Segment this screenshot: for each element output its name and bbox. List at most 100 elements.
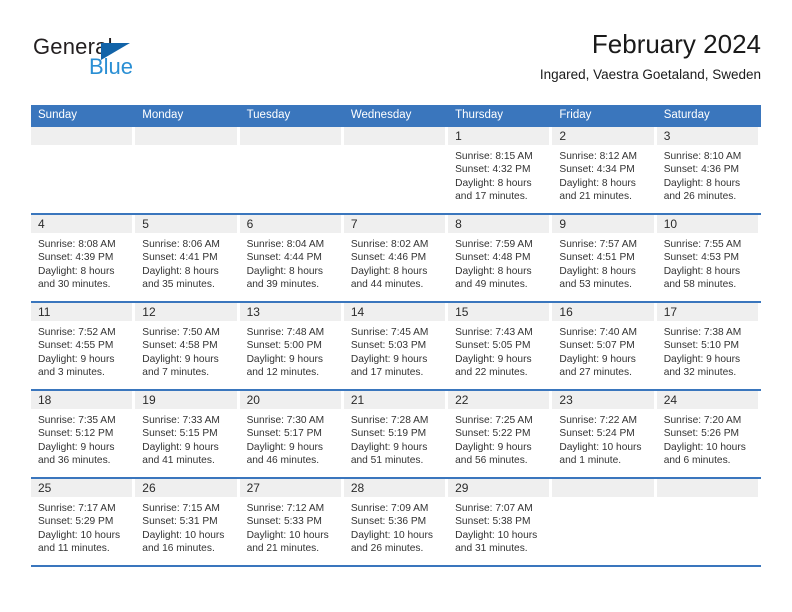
- weekday-header-row: Sunday Monday Tuesday Wednesday Thursday…: [31, 105, 761, 125]
- sunrise-text: Sunrise: 7:52 AM: [38, 327, 116, 338]
- sunset-text: Sunset: 4:34 PM: [559, 164, 635, 176]
- day-details: Sunrise: 7:17 AM Sunset: 5:29 PM Daylight:…: [31, 497, 132, 555]
- calendar-grid: Sunday Monday Tuesday Wednesday Thursday…: [31, 105, 761, 567]
- sunset-text: Sunset: 4:48 PM: [455, 252, 531, 264]
- day-number: 3: [656, 127, 758, 145]
- page-title: February 2024: [591, 29, 761, 59]
- sunrise-text: Sunrise: 8:02 AM: [350, 239, 429, 250]
- day-cell[interactable]: 28 Sunrise: 7:09 AM Sunset: 5:36 PM Dayligh…: [343, 479, 448, 565]
- sunrise-text: Sunrise: 7:07 AM: [455, 503, 533, 514]
- day-cell[interactable]: 19 Sunrise: 7:33 AM Sunset: 5:15 PM Dayligh…: [135, 391, 239, 477]
- daylight-text-line2: and 17 minutes.: [455, 190, 528, 202]
- day-cell[interactable]: 11 Sunrise: 7:52 AM Sunset: 4:55 PM Dayligh…: [31, 303, 135, 389]
- daylight-text-line1: Daylight: 8 hours: [38, 265, 115, 277]
- day-details: Sunrise: 7:45 AM Sunset: 5:03 PM Daylight:…: [344, 321, 445, 379]
- page-header: General Blue February 2024 Ingared, Vaes…: [31, 28, 761, 98]
- daylight-text-line2: and 44 minutes.: [350, 278, 424, 290]
- day-cell[interactable]: 5 Sunrise: 8:06 AM Sunset: 4:41 PM Daylight…: [135, 215, 239, 301]
- sunset-text: Sunset: 5:29 PM: [38, 516, 114, 528]
- day-details: [240, 145, 341, 150]
- day-number: 28: [343, 479, 446, 497]
- day-number: 10: [656, 215, 758, 233]
- sunset-text: Sunset: 4:46 PM: [350, 252, 427, 264]
- day-cell[interactable]: [656, 479, 761, 565]
- day-details: Sunrise: 7:52 AM Sunset: 4:55 PM Daylight:…: [31, 321, 132, 379]
- day-cell[interactable]: 26 Sunrise: 7:15 AM Sunset: 5:31 PM Dayligh…: [135, 479, 239, 565]
- calendar-page: General Blue February 2024 Ingared, Vaes…: [0, 0, 792, 612]
- day-cell[interactable]: 21 Sunrise: 7:28 AM Sunset: 5:19 PM Dayligh…: [343, 391, 448, 477]
- day-cell[interactable]: 25 Sunrise: 7:17 AM Sunset: 5:29 PM Dayligh…: [31, 479, 135, 565]
- sunrise-text: Sunrise: 7:25 AM: [455, 415, 533, 426]
- sunset-text: Sunset: 4:51 PM: [559, 252, 635, 264]
- sunrise-text: Sunrise: 7:59 AM: [455, 239, 533, 250]
- daylight-text-line2: and 3 minutes.: [38, 366, 105, 378]
- day-cell[interactable]: 15 Sunrise: 7:43 AM Sunset: 5:05 PM Dayligh…: [448, 303, 552, 389]
- day-cell[interactable]: [239, 127, 344, 213]
- logo-text-blue: Blue: [89, 54, 134, 79]
- day-number: 22: [448, 391, 550, 409]
- day-details: Sunrise: 7:50 AM Sunset: 4:58 PM Daylight:…: [135, 321, 236, 379]
- day-cell[interactable]: 3 Sunrise: 8:10 AM Sunset: 4:36 PM Daylight…: [656, 127, 761, 213]
- sunset-text: Sunset: 5:12 PM: [38, 428, 114, 440]
- day-details: Sunrise: 7:09 AM Sunset: 5:36 PM Daylight:…: [344, 497, 445, 555]
- daylight-text-line1: Daylight: 10 hours: [350, 529, 433, 541]
- sunrise-text: Sunrise: 7:20 AM: [663, 415, 742, 426]
- day-details: Sunrise: 7:07 AM Sunset: 5:38 PM Daylight:…: [448, 497, 549, 555]
- day-cell[interactable]: [135, 127, 239, 213]
- sunset-text: Sunset: 5:31 PM: [142, 516, 218, 528]
- sunset-text: Sunset: 5:05 PM: [455, 340, 531, 352]
- day-cell[interactable]: 17 Sunrise: 7:38 AM Sunset: 5:10 PM Dayligh…: [656, 303, 761, 389]
- day-cell[interactable]: 12 Sunrise: 7:50 AM Sunset: 4:58 PM Dayligh…: [135, 303, 239, 389]
- daylight-text-line2: and 30 minutes.: [38, 278, 111, 290]
- day-number: 13: [239, 303, 341, 321]
- day-details: Sunrise: 7:55 AM Sunset: 4:53 PM Daylight:…: [657, 233, 758, 291]
- day-cell[interactable]: 13 Sunrise: 7:48 AM Sunset: 5:00 PM Dayligh…: [239, 303, 344, 389]
- daylight-text-line1: Daylight: 9 hours: [350, 441, 428, 453]
- daylight-text-line2: and 27 minutes.: [559, 366, 632, 378]
- calendar-week-row: 25 Sunrise: 7:17 AM Sunset: 5:29 PM Dayligh…: [31, 477, 761, 565]
- daylight-text-line2: and 46 minutes.: [246, 454, 320, 466]
- day-cell[interactable]: 27 Sunrise: 7:12 AM Sunset: 5:33 PM Dayligh…: [239, 479, 344, 565]
- day-cell[interactable]: 24 Sunrise: 7:20 AM Sunset: 5:26 PM Dayligh…: [656, 391, 761, 477]
- daylight-text-line1: Daylight: 9 hours: [246, 441, 324, 453]
- day-cell[interactable]: 2 Sunrise: 8:12 AM Sunset: 4:34 PM Daylight…: [552, 127, 656, 213]
- daylight-text-line1: Daylight: 8 hours: [142, 265, 219, 277]
- day-cell[interactable]: [552, 479, 656, 565]
- day-cell[interactable]: 23 Sunrise: 7:22 AM Sunset: 5:24 PM Dayligh…: [552, 391, 656, 477]
- daylight-text-line2: and 7 minutes.: [142, 366, 210, 378]
- day-number: 11: [31, 303, 133, 321]
- daylight-text-line1: Daylight: 10 hours: [246, 529, 329, 541]
- daylight-text-line1: Daylight: 9 hours: [142, 441, 219, 453]
- day-cell[interactable]: 18 Sunrise: 7:35 AM Sunset: 5:12 PM Dayligh…: [31, 391, 135, 477]
- day-cell[interactable]: 1 Sunrise: 8:15 AM Sunset: 4:32 PM Daylight…: [448, 127, 552, 213]
- day-cell[interactable]: 6 Sunrise: 8:04 AM Sunset: 4:44 PM Daylight…: [239, 215, 344, 301]
- day-cell[interactable]: [343, 127, 448, 213]
- day-cell[interactable]: 4 Sunrise: 8:08 AM Sunset: 4:39 PM Daylight…: [31, 215, 135, 301]
- day-number: 23: [552, 391, 654, 409]
- day-cell[interactable]: 22 Sunrise: 7:25 AM Sunset: 5:22 PM Dayligh…: [448, 391, 552, 477]
- weekday-header-wednesday: Wednesday: [350, 109, 412, 121]
- day-cell[interactable]: [31, 127, 135, 213]
- daylight-text-line2: and 21 minutes.: [246, 542, 320, 554]
- sunset-text: Sunset: 5:10 PM: [663, 340, 740, 352]
- daylight-text-line1: Daylight: 8 hours: [663, 177, 741, 189]
- day-number: [552, 479, 654, 497]
- day-cell[interactable]: 20 Sunrise: 7:30 AM Sunset: 5:17 PM Dayligh…: [239, 391, 344, 477]
- sunset-text: Sunset: 5:38 PM: [455, 516, 531, 528]
- day-cell[interactable]: 8 Sunrise: 7:59 AM Sunset: 4:48 PM Daylight…: [448, 215, 552, 301]
- sunrise-text: Sunrise: 7:50 AM: [142, 327, 220, 338]
- day-cell[interactable]: 7 Sunrise: 8:02 AM Sunset: 4:46 PM Daylight…: [343, 215, 448, 301]
- daylight-text-line2: and 39 minutes.: [246, 278, 320, 290]
- day-number: 26: [135, 479, 237, 497]
- day-cell[interactable]: 9 Sunrise: 7:57 AM Sunset: 4:51 PM Daylight…: [552, 215, 656, 301]
- day-details: [657, 497, 758, 502]
- calendar-week-row: 18 Sunrise: 7:35 AM Sunset: 5:12 PM Dayligh…: [31, 389, 761, 477]
- day-cell[interactable]: 29 Sunrise: 7:07 AM Sunset: 5:38 PM Dayligh…: [448, 479, 552, 565]
- daylight-text-line2: and 49 minutes.: [455, 278, 528, 290]
- day-cell[interactable]: 16 Sunrise: 7:40 AM Sunset: 5:07 PM Dayligh…: [552, 303, 656, 389]
- daylight-text-line1: Daylight: 9 hours: [663, 353, 741, 365]
- day-cell[interactable]: 14 Sunrise: 7:45 AM Sunset: 5:03 PM Dayligh…: [343, 303, 448, 389]
- sunset-text: Sunset: 4:32 PM: [455, 164, 531, 176]
- weekday-header-sunday: Sunday: [38, 109, 78, 121]
- day-cell[interactable]: 10 Sunrise: 7:55 AM Sunset: 4:53 PM Dayligh…: [656, 215, 761, 301]
